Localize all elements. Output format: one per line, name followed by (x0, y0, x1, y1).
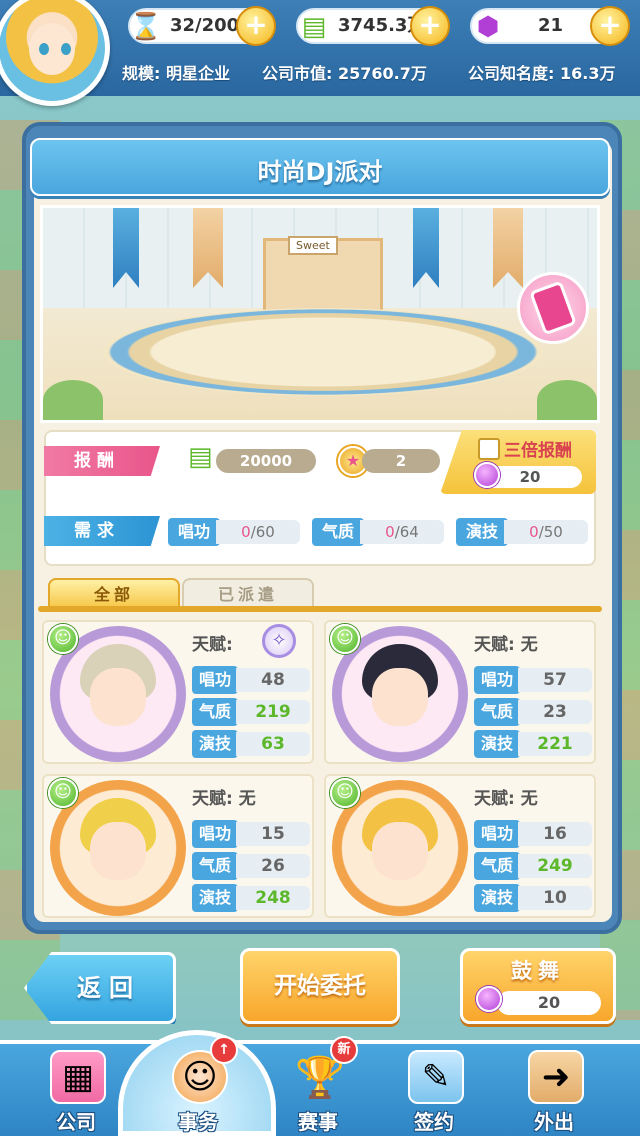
add-energy-button[interactable]: + (236, 6, 276, 46)
triple-reward-label: 三倍报酬 (504, 441, 572, 461)
triple-reward-option[interactable]: 三倍报酬 20 (440, 430, 596, 494)
requirement-stat-value: 0/50 (504, 520, 588, 544)
requirement-acting: 演技 0/50 (456, 518, 588, 546)
add-gem-button[interactable]: + (590, 6, 630, 46)
stat-singing: 唱功 57 (474, 666, 592, 694)
gem-icon (474, 462, 500, 488)
artist-card[interactable]: ☺ 天赋: ✧ 唱功 48 气质 219 演技 63 (42, 620, 314, 764)
cash-icon: ▤ (301, 12, 327, 42)
nav-label: 赛事 (298, 1110, 338, 1134)
back-button[interactable]: 返回 (24, 952, 176, 1024)
gem-icon (476, 986, 502, 1012)
gem-icon: ⬢ (476, 12, 500, 42)
avatar-eye (39, 43, 49, 55)
scene-plant (537, 380, 597, 420)
stat-singing: 唱功 48 (192, 666, 310, 694)
add-money-button[interactable]: + (410, 6, 450, 46)
scene-plant (43, 380, 103, 420)
company-fame: 公司知名度: 16.3万 (468, 64, 616, 83)
portrait-face (372, 668, 428, 726)
stat-singing: 唱功 15 (192, 820, 310, 848)
requirement-stat-value: 0/64 (360, 520, 444, 544)
new-badge: 新 (330, 1036, 358, 1064)
requirement-temperament: 气质 0/64 (312, 518, 444, 546)
gem-resource: ⬢ 21 + (470, 6, 630, 46)
talent-badge-icon[interactable]: ✧ (262, 624, 296, 658)
artist-card[interactable]: ☺ 天赋: 无 唱功 16 气质 249 演技 10 (324, 774, 596, 918)
building-icon: ▦ (50, 1050, 106, 1104)
nav-label: 签约 (414, 1110, 454, 1134)
nav-label: 公司 (56, 1110, 96, 1134)
requirement-singing: 唱功 0/60 (168, 518, 300, 546)
stat-temperament: 气质 219 (192, 698, 310, 726)
nav-label: 事务 (178, 1110, 218, 1134)
triple-reward-checkbox[interactable] (478, 438, 500, 460)
portrait-face (372, 822, 428, 880)
artist-card[interactable]: ☺ 天赋: 无 唱功 57 气质 23 演技 221 (324, 620, 596, 764)
talent-label: 天赋: 无 (474, 635, 538, 655)
talent-label: 天赋: 无 (474, 789, 538, 809)
event-title: 时尚DJ派对 (257, 158, 383, 186)
nav-company[interactable]: ▦ 公司 (28, 1048, 124, 1136)
company-scale: 规模: 明星企业 (122, 64, 230, 83)
stat-temperament: 气质 23 (474, 698, 592, 726)
nav-label: 外出 (534, 1110, 574, 1134)
energy-value: 32/200 (170, 15, 240, 36)
requirement-label: 需求 (44, 516, 160, 546)
mood-happy-icon: ☺ (330, 778, 360, 808)
requirement-stat-value: 0/60 (216, 520, 300, 544)
reward-medal: 2 (362, 449, 440, 473)
reward-label: 报酬 (44, 446, 160, 476)
event-title-bar: 时尚DJ派对 (30, 138, 610, 196)
notification-badge: ↑ (210, 1036, 238, 1064)
talent-label: 天赋: 无 (192, 789, 256, 809)
company-market-value: 公司市值: 25760.7万 (262, 64, 427, 83)
scene-stage (103, 308, 543, 396)
cheer-label: 鼓舞 (511, 959, 565, 983)
phone-item-icon (517, 272, 589, 344)
stat-acting: 演技 248 (192, 884, 310, 912)
tab-underline (38, 606, 602, 612)
reward-money: 20000 (216, 449, 316, 473)
start-commission-button[interactable]: 开始委托 (240, 948, 400, 1024)
requirement-stat-name: 唱功 (168, 518, 220, 546)
stat-temperament: 气质 26 (192, 852, 310, 880)
talent-label: 天赋: (192, 635, 233, 655)
event-scene-image: Sweet (40, 205, 600, 423)
stat-singing: 唱功 16 (474, 820, 592, 848)
contract-icon: ✎ (408, 1050, 464, 1104)
avatar-eye (61, 43, 71, 55)
money-resource: ▤ 3745.3万 + (296, 6, 450, 46)
door-icon: ➜ (528, 1050, 584, 1104)
energy-resource: ⌛ 32/200 + (128, 6, 276, 46)
mood-happy-icon: ☺ (48, 624, 78, 654)
cheer-cost: 20 (497, 991, 601, 1015)
portrait-face (90, 668, 146, 726)
stat-acting: 演技 221 (474, 730, 592, 758)
nav-outing[interactable]: ➜ 外出 (506, 1048, 602, 1136)
stat-temperament: 气质 249 (474, 852, 592, 880)
stat-acting: 演技 10 (474, 884, 592, 912)
artist-card[interactable]: ☺ 天赋: 无 唱功 15 气质 26 演技 248 (42, 774, 314, 918)
nav-sign[interactable]: ✎ 签约 (386, 1048, 482, 1136)
portrait-face (90, 822, 146, 880)
hourglass-icon: ⌛ (129, 12, 163, 42)
mood-happy-icon: ☺ (330, 624, 360, 654)
gem-value: 21 (538, 15, 564, 36)
cash-icon: ▤ (188, 442, 213, 472)
requirement-stat-name: 气质 (312, 518, 364, 546)
scene-sign: Sweet (288, 236, 338, 255)
requirement-stat-name: 演技 (456, 518, 508, 546)
stat-acting: 演技 63 (192, 730, 310, 758)
mood-happy-icon: ☺ (48, 778, 78, 808)
